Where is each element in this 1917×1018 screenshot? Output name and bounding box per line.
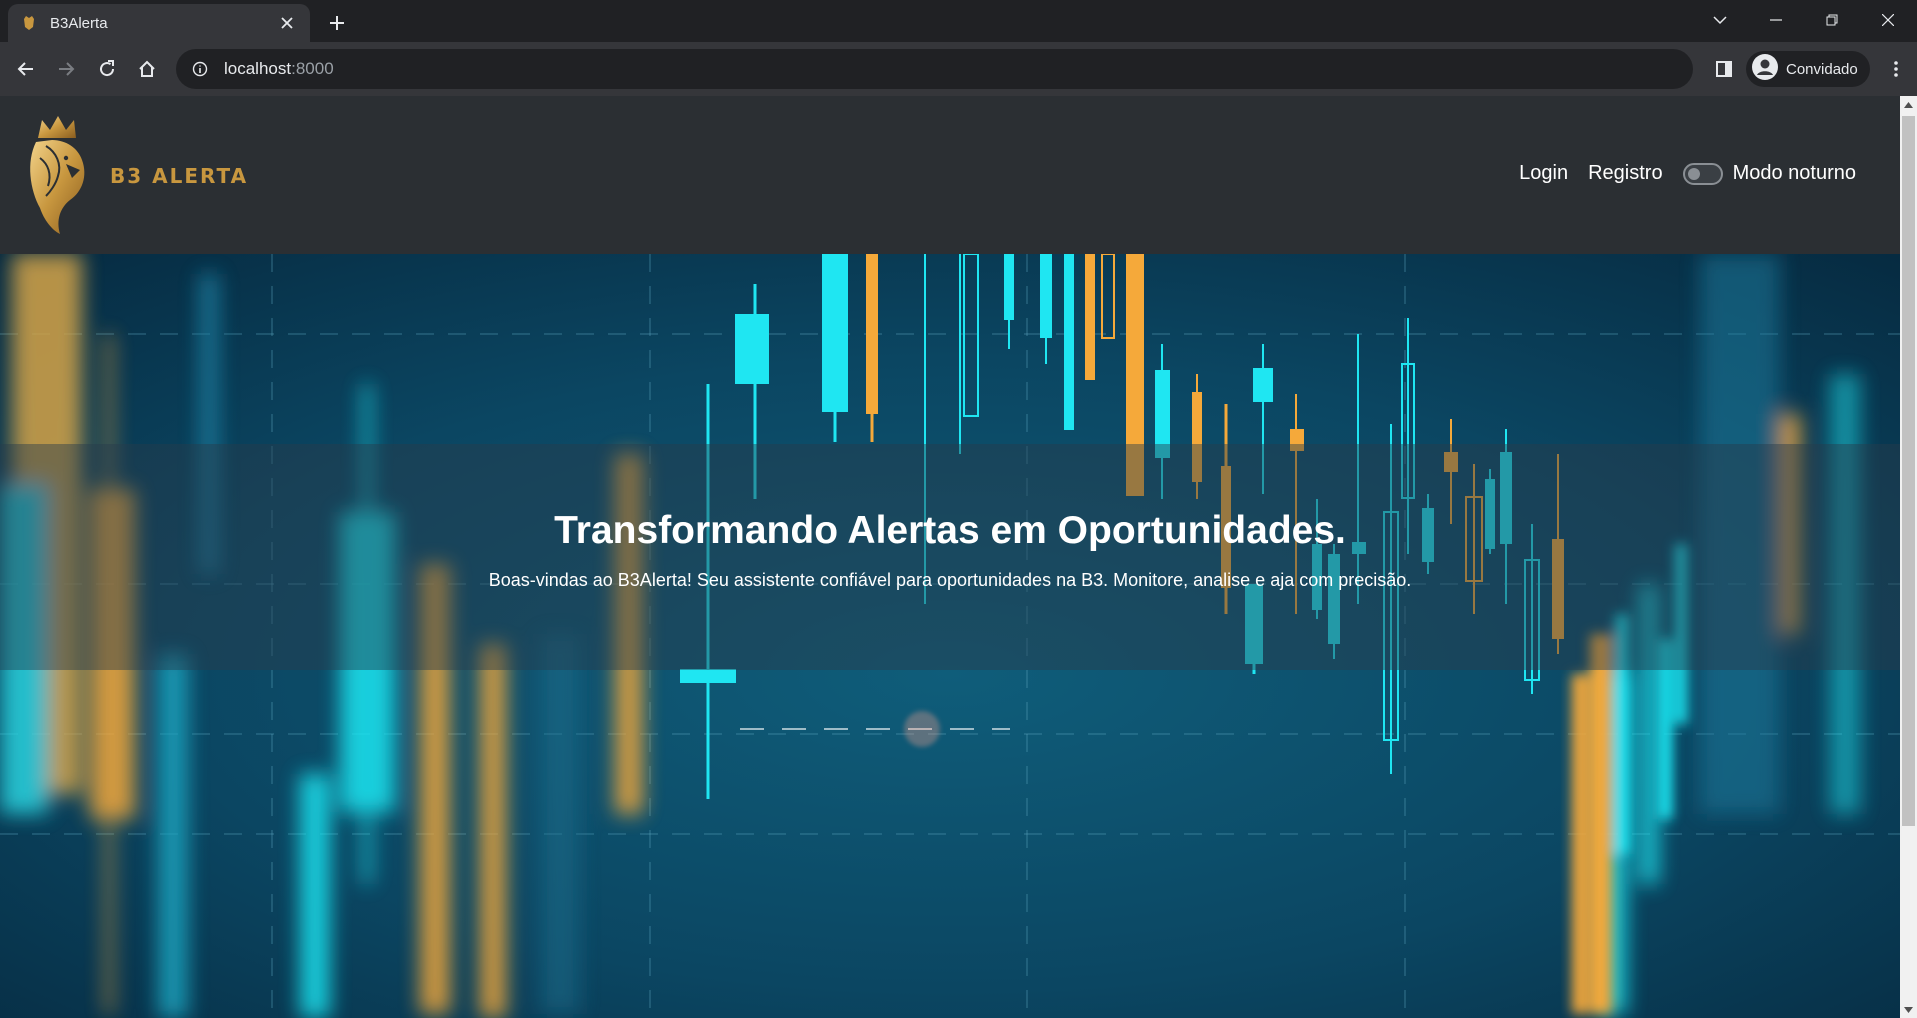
browser-toolbar: localhost:8000 Convidado <box>0 42 1917 96</box>
b3-alerta-logo[interactable]: B3 ALERTA <box>26 112 276 236</box>
address-bar[interactable]: localhost:8000 <box>176 49 1693 89</box>
new-tab-icon[interactable] <box>322 8 352 38</box>
hero-subtitle: Boas-vindas ao B3Alerta! Seu assistente … <box>488 570 1412 590</box>
browser-tab-strip: B3Alerta <box>0 0 1917 42</box>
close-tab-icon[interactable] <box>276 12 298 34</box>
close-window-icon[interactable] <box>1860 0 1916 40</box>
dark-mode-toggle[interactable] <box>1682 162 1723 185</box>
site-info-icon[interactable] <box>190 59 210 79</box>
hero-title: Transformando Alertas em Oportunidades. <box>554 509 1346 552</box>
avatar-icon <box>1752 53 1778 85</box>
scroll-thumb[interactable] <box>1902 116 1915 826</box>
profile-button[interactable]: Convidado <box>1746 51 1870 87</box>
hero-overlay-band <box>0 444 1900 670</box>
main-nav: Login Registro Modo noturno <box>1499 162 1856 185</box>
browser-menu-icon[interactable] <box>1880 53 1912 85</box>
hero-section: Transformando Alertas em Oportunidades. … <box>0 254 1900 1018</box>
side-panel-icon[interactable] <box>1708 53 1740 85</box>
tab-title: B3Alerta <box>50 14 108 32</box>
page-viewport: B3 ALERTA Login Registro Modo noturno Tr… <box>0 96 1900 1018</box>
minimize-icon[interactable] <box>1748 0 1804 40</box>
login-link[interactable]: Login <box>1519 162 1568 185</box>
back-icon[interactable] <box>10 53 42 85</box>
lion-favicon-icon <box>20 14 38 32</box>
dark-mode-label: Modo noturno <box>1732 162 1856 184</box>
register-link[interactable]: Registro <box>1588 162 1662 185</box>
url-port: :8000 <box>291 59 334 78</box>
scroll-down-icon[interactable] <box>1900 1001 1917 1018</box>
scroll-up-icon[interactable] <box>1900 96 1917 113</box>
toggle-knob <box>1687 167 1700 180</box>
page-scrollbar[interactable] <box>1900 96 1917 1018</box>
profile-label: Convidado <box>1786 60 1858 78</box>
home-icon[interactable] <box>131 53 163 85</box>
restore-icon[interactable] <box>1804 0 1860 40</box>
reload-icon[interactable] <box>91 53 123 85</box>
url-host: localhost <box>224 59 292 78</box>
forward-icon[interactable] <box>50 53 82 85</box>
tab-search-icon[interactable] <box>1692 0 1748 40</box>
browser-tab[interactable]: B3Alerta <box>8 4 310 42</box>
logo-text: B3 ALERTA <box>110 164 249 188</box>
site-header: B3 ALERTA Login Registro Modo noturno <box>0 96 1900 254</box>
